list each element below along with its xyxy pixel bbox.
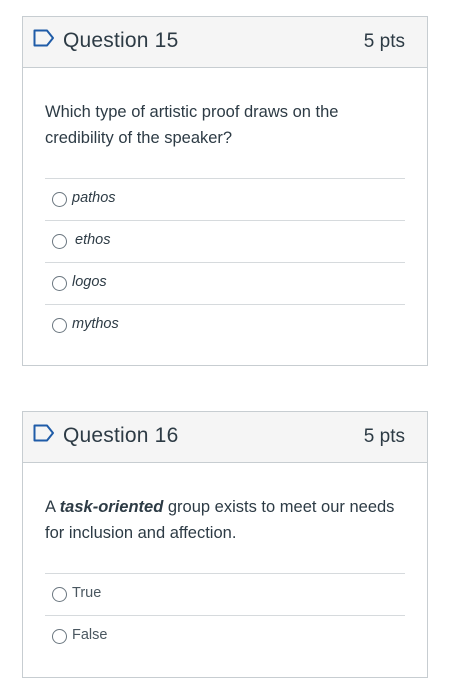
- question-15-card: Question 15 5 pts Which type of artistic…: [22, 16, 428, 366]
- radio-button[interactable]: [52, 192, 67, 207]
- question-title: Question 16: [63, 424, 179, 447]
- answer-option-true[interactable]: True: [45, 573, 405, 615]
- answer-option-ethos[interactable]: ethos: [45, 220, 405, 262]
- answer-label: ethos: [75, 232, 111, 248]
- radio-button[interactable]: [52, 587, 67, 602]
- question-text: A task-oriented group exists to meet our…: [45, 494, 405, 546]
- flag-question-icon[interactable]: [33, 29, 55, 47]
- radio-button[interactable]: [52, 234, 67, 249]
- answer-label: pathos: [72, 190, 116, 206]
- radio-button[interactable]: [52, 318, 67, 333]
- answer-label: True: [72, 585, 102, 601]
- answer-list: True False: [45, 573, 405, 657]
- question-text: Which type of artistic proof draws on th…: [45, 103, 339, 147]
- question-header: Question 15 5 pts: [23, 17, 427, 68]
- question-title: Question 15: [63, 29, 179, 52]
- answer-option-logos[interactable]: logos: [45, 262, 405, 304]
- flag-question-icon[interactable]: [33, 424, 55, 442]
- answer-option-false[interactable]: False: [45, 615, 405, 657]
- radio-button[interactable]: [52, 629, 67, 644]
- question-text-emphasis: task-oriented: [59, 498, 164, 516]
- answer-option-mythos[interactable]: mythos: [45, 304, 405, 346]
- question-header: Question 16 5 pts: [23, 412, 427, 463]
- answer-option-pathos[interactable]: pathos: [45, 178, 405, 220]
- question-text-prefix: A: [45, 498, 60, 516]
- answer-label: False: [72, 627, 108, 643]
- radio-button[interactable]: [52, 276, 67, 291]
- answer-label: logos: [72, 274, 107, 290]
- answer-label: mythos: [72, 316, 119, 332]
- question-points: 5 pts: [363, 426, 405, 447]
- question-16-card: Question 16 5 pts A task-oriented group …: [22, 411, 428, 678]
- answer-list: pathos ethos logos mythos: [45, 178, 405, 346]
- question-points: 5 pts: [363, 31, 405, 52]
